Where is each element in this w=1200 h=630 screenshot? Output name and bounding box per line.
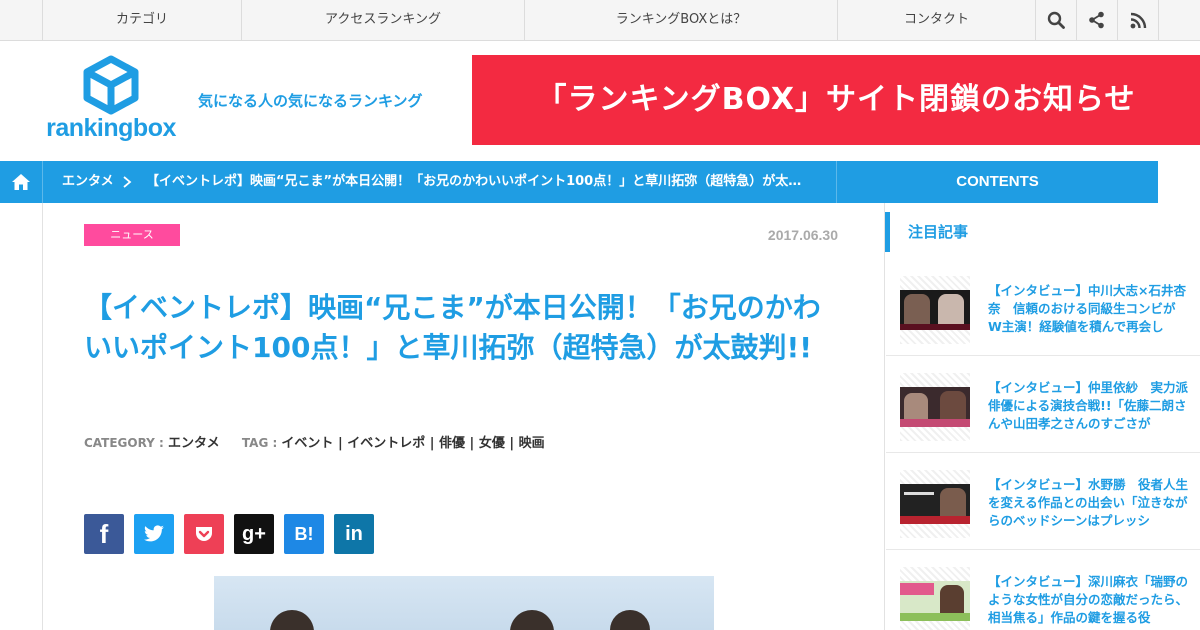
- article-thumbnail: [900, 484, 970, 524]
- nav-item-contact[interactable]: コンタクト: [837, 0, 1035, 40]
- nav-item-access-ranking[interactable]: アクセスランキング: [241, 0, 524, 40]
- article-headline: 【イベントレポ】映画“兄こま”が本日公開！「お兄のかわいいポイント100点！」と…: [84, 291, 821, 364]
- breadcrumb: エンタメ 【イベントレポ】映画“兄こま”が本日公開！「お兄のかわいいポイント10…: [0, 161, 1158, 203]
- facebook-share-button[interactable]: f: [84, 514, 124, 554]
- sidebar-article[interactable]: 【インタビュー】中川大志×石井杏奈 信頼のおける同級生コンビがW主演！経験値を積…: [886, 260, 1200, 356]
- pocket-icon: [196, 527, 212, 541]
- chevron-right-icon: [122, 161, 132, 203]
- tag-links[interactable]: イベント | イベントレポ | 俳優 | 女優 | 映画: [281, 436, 544, 451]
- sidebar-article[interactable]: 【インタビュー】深川麻衣「瑞野のような女性が自分の恋敵だったら、相当焦る」作品の…: [886, 551, 1200, 630]
- breadcrumb-category[interactable]: エンタメ: [62, 161, 114, 203]
- breadcrumb-current: 【イベントレポ】映画“兄こま”が本日公開！「お兄のかわいいポイント100点！」と…: [146, 174, 806, 189]
- column-divider: [42, 203, 43, 630]
- news-tag-badge[interactable]: ニュース: [84, 224, 180, 246]
- sidebar-article-title[interactable]: 【インタビュー】水野勝 役者人生を変える作品との出会い「泣きながらのベッドシーン…: [988, 476, 1188, 536]
- hatena-icon: B!: [294, 523, 314, 544]
- nav-item-category[interactable]: カテゴリ: [42, 0, 241, 40]
- sidebar-article-title[interactable]: 【インタビュー】仲里依紗 実力派俳優による演技合戦!!「佐藤二朗さんや山田孝之さ…: [988, 379, 1188, 439]
- sidebar-heading: 注目記事: [885, 212, 1200, 252]
- home-icon[interactable]: [0, 161, 43, 203]
- category-key: CATEGORY :: [84, 436, 164, 450]
- article-main-image: [214, 576, 714, 630]
- site-logo[interactable]: rankingbox: [44, 54, 178, 146]
- sidebar-article[interactable]: 【インタビュー】仲里依紗 実力派俳優による演技合戦!!「佐藤二朗さんや山田孝之さ…: [886, 357, 1200, 453]
- article-thumbnail: [900, 387, 970, 427]
- pocket-share-button[interactable]: [184, 514, 224, 554]
- linkedin-icon: in: [345, 522, 363, 545]
- site-tagline: 気になる人の気になるランキング: [198, 92, 423, 110]
- twitter-share-button[interactable]: [134, 514, 174, 554]
- logo-text: rankingbox: [46, 114, 176, 142]
- sidebar-article-title[interactable]: 【インタビュー】深川麻衣「瑞野のような女性が自分の恋敵だったら、相当焦る」作品の…: [988, 573, 1188, 630]
- nav-divider: [1158, 0, 1159, 40]
- linkedin-share-button[interactable]: in: [334, 514, 374, 554]
- search-icon[interactable]: [1035, 0, 1076, 40]
- logo-box-icon: [83, 55, 139, 115]
- article-thumbnail: [900, 581, 970, 621]
- facebook-icon: f: [99, 518, 109, 549]
- twitter-icon: [144, 525, 164, 542]
- article-thumbnail: [900, 290, 970, 330]
- article-date: 2017.06.30: [767, 227, 838, 243]
- sidebar-article[interactable]: 【インタビュー】水野勝 役者人生を変える作品との出会い「泣きながらのベッドシーン…: [886, 454, 1200, 550]
- article-meta: CATEGORY : エンタメ TAG : イベント | イベントレポ | 俳優…: [84, 432, 545, 451]
- top-nav: カテゴリ アクセスランキング ランキングBOXとは？ コンタクト: [0, 0, 1200, 41]
- contents-button[interactable]: CONTENTS: [836, 161, 1158, 203]
- category-link[interactable]: エンタメ: [168, 436, 220, 451]
- nav-item-about[interactable]: ランキングBOXとは？: [524, 0, 837, 40]
- hatena-share-button[interactable]: B!: [284, 514, 324, 554]
- google-plus-share-button[interactable]: g+: [234, 514, 274, 554]
- sidebar-article-title[interactable]: 【インタビュー】中川大志×石井杏奈 信頼のおける同級生コンビがW主演！経験値を積…: [988, 282, 1188, 342]
- tag-key: TAG :: [241, 436, 278, 450]
- rss-icon[interactable]: [1117, 0, 1158, 40]
- site-closure-banner[interactable]: 「ランキングBOX」サイト閉鎖のお知らせ: [472, 55, 1200, 145]
- google-plus-icon: g+: [242, 522, 266, 545]
- column-divider: [884, 203, 885, 630]
- share-icon[interactable]: [1076, 0, 1117, 40]
